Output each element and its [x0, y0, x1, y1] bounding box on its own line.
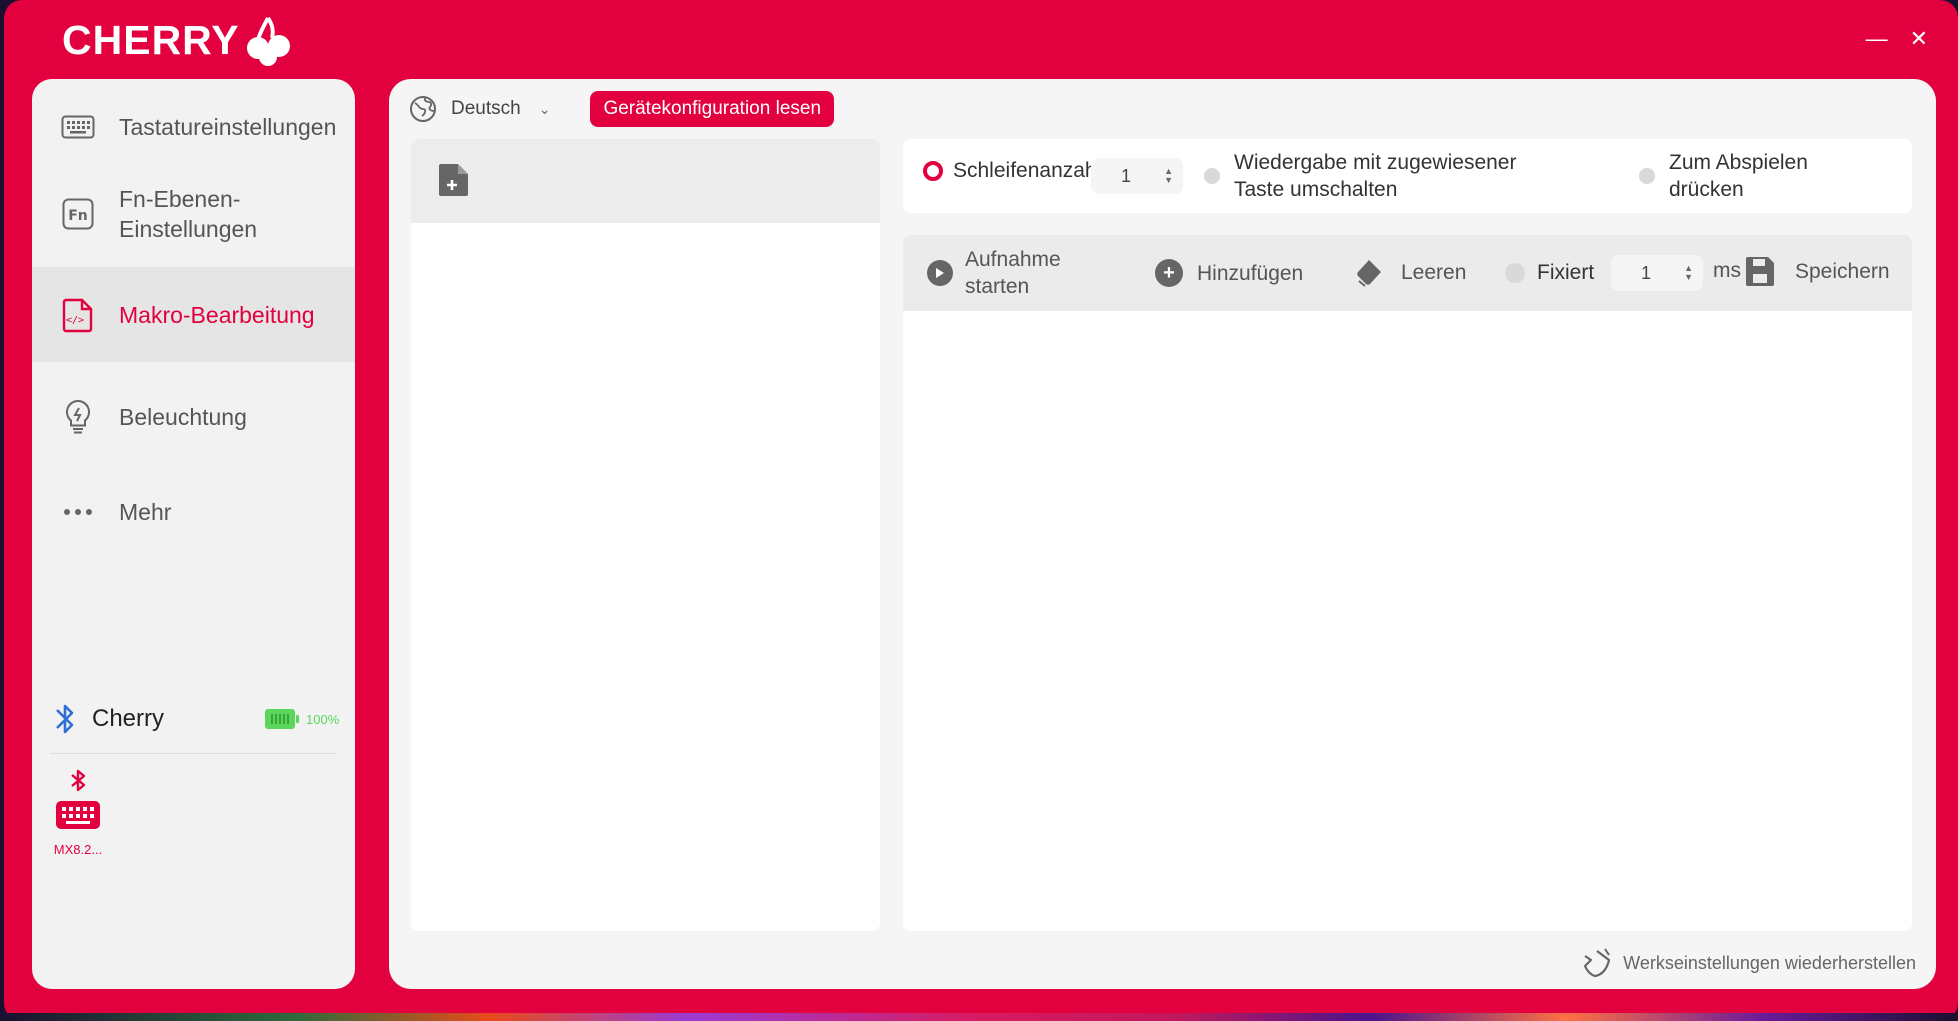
loop-count-radio[interactable] [923, 160, 943, 181]
top-toolbar: Deutsch ⌄ Gerätekonfiguration lesen [409, 91, 835, 127]
desktop-taskbar-strip [0, 1013, 1958, 1021]
clear-button[interactable]: Leeren [1355, 257, 1466, 287]
device-card[interactable]: MX8.2... [48, 769, 108, 857]
macro-file-icon: </> [60, 297, 96, 333]
recording-controls-bar: Aufnahme starten + Hinzufügen Leeren Fix… [903, 235, 1912, 311]
minimize-button[interactable]: — [1866, 28, 1888, 50]
loop-count-value: 1 [1121, 165, 1132, 186]
sidebar: Tastatureinstellungen Fn Fn-Ebenen-Einst… [32, 79, 355, 989]
bulb-icon [60, 399, 96, 435]
fixed-delay-stepper[interactable]: 1 ▲ ▼ [1611, 255, 1703, 291]
fixed-delay-label: Fixiert [1537, 261, 1595, 284]
save-button[interactable]: Speichern [1745, 255, 1890, 287]
sidebar-item-label: Makro-Bearbeitung [119, 301, 315, 328]
macro-steps-area[interactable] [903, 311, 1912, 931]
playback-options-bar: Schleifenanzahl 1 ▲ ▼ Wiedergabe mit zuge… [903, 139, 1912, 213]
fixed-delay-value: 1 [1641, 262, 1652, 283]
start-recording-button[interactable]: Aufnahme starten [927, 246, 1075, 300]
sidebar-item-fn-layers[interactable]: Fn Fn-Ebenen-Einstellungen [32, 164, 355, 264]
stepper-arrows-icon[interactable]: ▲ ▼ [1684, 264, 1693, 282]
sidebar-item-label: Tastatureinstellungen [119, 113, 337, 140]
save-icon [1746, 257, 1774, 286]
sidebar-item-more[interactable]: Mehr [32, 469, 355, 554]
keyboard-icon [60, 109, 96, 145]
toggle-playback-radio[interactable] [1204, 168, 1220, 184]
macro-editor-panel: Deutsch ⌄ Gerätekonfiguration lesen Schl… [389, 79, 1936, 989]
sidebar-item-lighting[interactable]: Beleuchtung [32, 374, 355, 459]
stepper-arrows-icon[interactable]: ▲ ▼ [1164, 167, 1173, 185]
globe-icon [410, 96, 436, 122]
new-macro-file-icon[interactable] [437, 163, 469, 197]
add-icon: + [1155, 259, 1183, 287]
sidebar-item-label: Fn-Ebenen-Einstellungen [119, 186, 258, 242]
press-to-play-label: Zum Abspielen drücken [1669, 151, 1808, 201]
battery-percentage: 100% [306, 711, 340, 727]
app-window: CHERRY — ✕ Tastatureinstellungen Fn Fn-E… [4, 0, 1958, 1021]
cherry-logo: CHERRY [62, 14, 292, 66]
bluetooth-keyboard-icon [56, 769, 100, 829]
macro-list-panel [411, 139, 880, 931]
brand-text: CHERRY [62, 16, 240, 63]
device-card-label: MX8.2... [53, 842, 103, 857]
press-to-play-option[interactable]: Zum Abspielen drücken [1639, 149, 1829, 203]
factory-reset-link[interactable]: Werkseinstellungen wiederherstellen [1581, 947, 1916, 979]
bluetooth-icon [54, 701, 76, 742]
toggle-playback-option[interactable]: Wiedergabe mit zugewiesener Taste umscha… [1204, 149, 1544, 203]
eraser-icon [1357, 260, 1381, 287]
divider [50, 753, 337, 754]
reset-icon [1584, 948, 1611, 978]
close-button[interactable]: ✕ [1910, 28, 1928, 50]
more-dots-icon [60, 494, 96, 530]
add-label: Hinzufügen [1197, 261, 1304, 285]
add-button[interactable]: + Hinzufügen [1155, 259, 1303, 287]
factory-reset-label: Werkseinstellungen wiederherstellen [1623, 952, 1916, 973]
connected-device-row[interactable]: Cherry 100% [32, 684, 355, 754]
battery-indicator: 100% [264, 708, 339, 730]
sidebar-item-keyboard-settings[interactable]: Tastatureinstellungen [32, 89, 355, 164]
delay-unit: ms [1713, 259, 1741, 282]
read-device-config-button[interactable]: Gerätekonfiguration lesen [590, 91, 835, 127]
loop-count-label: Schleifenanzahl [953, 159, 1102, 182]
language-value: Deutsch [451, 98, 521, 119]
svg-text:</>: </> [66, 315, 84, 326]
start-recording-label: Aufnahme starten [965, 248, 1061, 298]
battery-icon [265, 709, 299, 729]
language-select[interactable]: Deutsch ⌄ [409, 95, 550, 123]
play-icon [927, 260, 953, 286]
sidebar-item-label: Beleuchtung [119, 403, 247, 430]
chevron-down-icon: ⌄ [538, 100, 551, 117]
cherry-logo-icon [246, 16, 290, 66]
fixed-delay-option[interactable]: Fixiert [1505, 259, 1594, 286]
clear-label: Leeren [1401, 260, 1467, 284]
loop-count-stepper[interactable]: 1 ▲ ▼ [1091, 158, 1183, 194]
sidebar-item-macro-editing[interactable]: </> Makro-Bearbeitung [32, 267, 355, 362]
macro-list-header [411, 139, 880, 223]
loop-count-option[interactable]: Schleifenanzahl [923, 157, 1101, 184]
press-to-play-radio[interactable] [1639, 168, 1655, 184]
fixed-delay-radio[interactable] [1505, 262, 1525, 283]
save-label: Speichern [1795, 259, 1890, 283]
svg-text:Fn: Fn [68, 208, 88, 224]
sidebar-item-label: Mehr [119, 498, 172, 525]
device-name: Cherry [92, 705, 165, 732]
toggle-playback-label: Wiedergabe mit zugewiesener Taste umscha… [1234, 151, 1517, 201]
fn-icon: Fn [60, 196, 96, 232]
